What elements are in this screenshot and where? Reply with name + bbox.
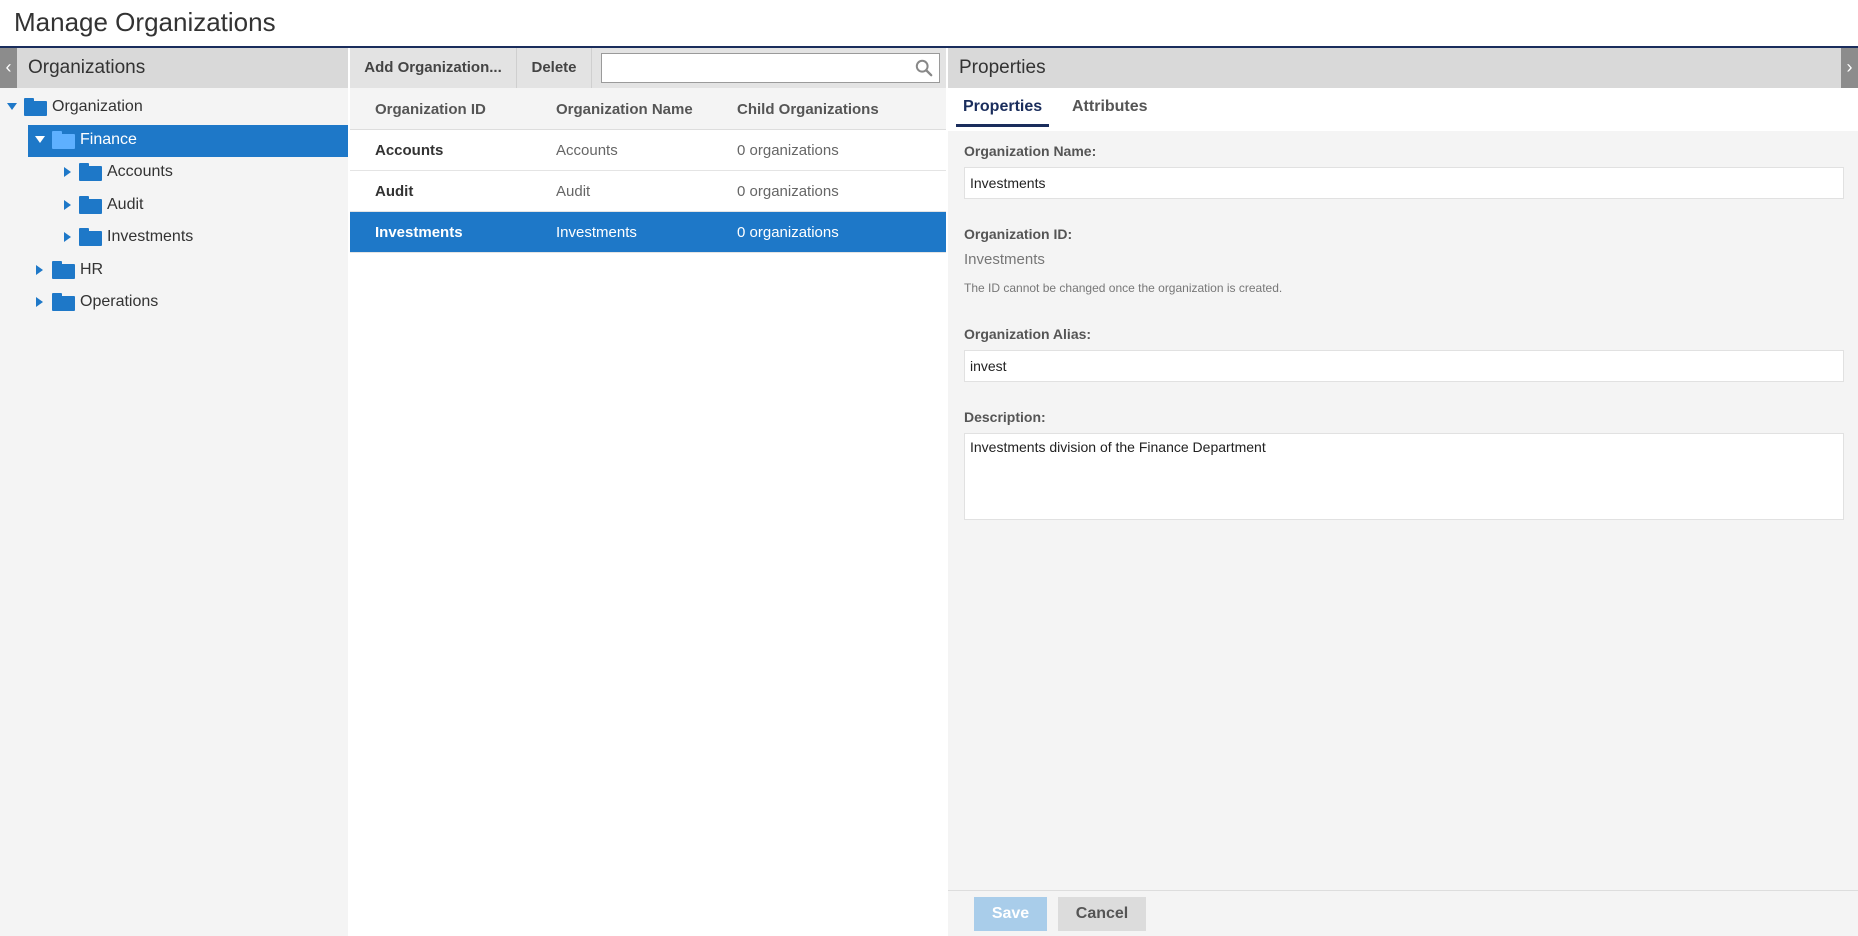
search-box	[601, 53, 940, 83]
save-button[interactable]: Save	[974, 897, 1047, 931]
cancel-button[interactable]: Cancel	[1058, 897, 1146, 931]
cell-child-organizations: 0 organizations	[737, 183, 839, 200]
column-header-organization-name[interactable]: Organization Name	[556, 101, 693, 118]
form-footer: Save Cancel	[948, 890, 1858, 936]
expand-toggle-icon[interactable]	[64, 232, 71, 242]
column-header-organization-id[interactable]: Organization ID	[375, 101, 486, 118]
cell-organization-id: Investments	[375, 224, 463, 241]
toolbar-divider	[591, 48, 592, 88]
tab-attributes[interactable]: Attributes	[1072, 98, 1148, 124]
description-field[interactable]: Investments division of the Finance Depa…	[964, 433, 1844, 520]
tree-node-organization[interactable]: Organization	[0, 92, 348, 125]
organization-id-value: Investments	[964, 251, 1045, 268]
organization-alias-field[interactable]	[964, 350, 1844, 382]
cell-organization-name: Audit	[556, 183, 591, 200]
table-row[interactable]: Accounts Accounts 0 organizations	[350, 130, 946, 171]
properties-panel: Properties › Properties Attributes Organ…	[948, 48, 1858, 936]
delete-button[interactable]: Delete	[517, 48, 591, 88]
organization-id-hint: The ID cannot be changed once the organi…	[964, 281, 1283, 295]
cell-organization-name: Accounts	[556, 142, 618, 159]
title-bar: Manage Organizations	[0, 0, 1858, 48]
tree-node-label: Audit	[107, 195, 144, 213]
expand-toggle-icon[interactable]	[36, 297, 43, 307]
description-label: Description:	[964, 409, 1046, 425]
chevron-right-icon: ›	[1846, 57, 1853, 77]
grid-header: Organization ID Organization Name Child …	[350, 88, 946, 130]
organizations-panel: ‹ Organizations Organization Finance Acc…	[0, 48, 348, 936]
cell-child-organizations: 0 organizations	[737, 142, 839, 159]
tree-node-label: Finance	[80, 130, 137, 148]
organization-tree: Organization Finance Accounts Audit Inve…	[0, 92, 348, 320]
cell-organization-name: Investments	[556, 224, 637, 241]
organization-name-label: Organization Name:	[964, 143, 1097, 159]
table-row[interactable]: Audit Audit 0 organizations	[350, 171, 946, 212]
expand-toggle-icon[interactable]	[36, 264, 43, 275]
tree-node-investments[interactable]: Investments	[0, 222, 348, 255]
search-icon[interactable]	[915, 59, 933, 77]
tree-node-operations[interactable]: Operations	[0, 287, 348, 320]
folder-icon	[79, 228, 102, 246]
organizations-panel-header: ‹ Organizations	[0, 48, 348, 88]
tree-node-label: Accounts	[107, 163, 173, 180]
table-row[interactable]: Investments Investments 0 organizations	[350, 212, 946, 253]
column-header-child-organizations[interactable]: Child Organizations	[737, 101, 879, 118]
properties-panel-title: Properties	[959, 57, 1046, 78]
tree-node-finance[interactable]: Finance	[0, 124, 348, 158]
collapse-right-button[interactable]: ›	[1841, 48, 1858, 88]
tab-properties[interactable]: Properties	[956, 98, 1050, 127]
tree-node-hr[interactable]: HR	[0, 255, 348, 288]
chevron-left-icon: ‹	[5, 57, 12, 77]
tree-node-label: Operations	[80, 293, 159, 310]
cell-organization-id: Accounts	[375, 142, 444, 159]
folder-icon	[52, 260, 75, 279]
properties-tabs: Properties Attributes	[948, 88, 1858, 131]
tree-node-audit[interactable]: Audit	[0, 190, 348, 223]
tree-node-accounts[interactable]: Accounts	[0, 157, 348, 190]
folder-icon	[24, 98, 47, 116]
organization-alias-label: Organization Alias:	[964, 326, 1092, 342]
tree-node-label: Organization	[52, 98, 143, 115]
add-organization-button[interactable]: Add Organization...	[350, 48, 516, 88]
organizations-list-panel: Add Organization... Delete Organization …	[350, 48, 946, 936]
properties-panel-header: Properties ›	[948, 48, 1858, 88]
folder-icon	[52, 130, 75, 149]
folder-icon	[52, 293, 75, 311]
search-input[interactable]	[602, 54, 902, 82]
organization-name-field[interactable]	[964, 167, 1844, 199]
expand-toggle-icon[interactable]	[7, 103, 17, 110]
folder-icon	[79, 163, 102, 181]
cell-organization-id: Audit	[375, 183, 414, 200]
folder-icon	[79, 195, 102, 214]
collapse-left-button[interactable]: ‹	[0, 48, 17, 88]
toolbar: Add Organization... Delete	[350, 48, 946, 88]
organization-id-label: Organization ID:	[964, 226, 1073, 242]
organizations-panel-title: Organizations	[28, 57, 146, 78]
expand-toggle-icon[interactable]	[64, 167, 71, 177]
page-title: Manage Organizations	[14, 7, 276, 37]
expand-toggle-icon[interactable]	[35, 135, 45, 143]
tree-node-label: Investments	[107, 228, 194, 245]
cell-child-organizations: 0 organizations	[737, 224, 839, 241]
expand-toggle-icon[interactable]	[64, 199, 71, 210]
tree-node-label: HR	[80, 260, 104, 278]
